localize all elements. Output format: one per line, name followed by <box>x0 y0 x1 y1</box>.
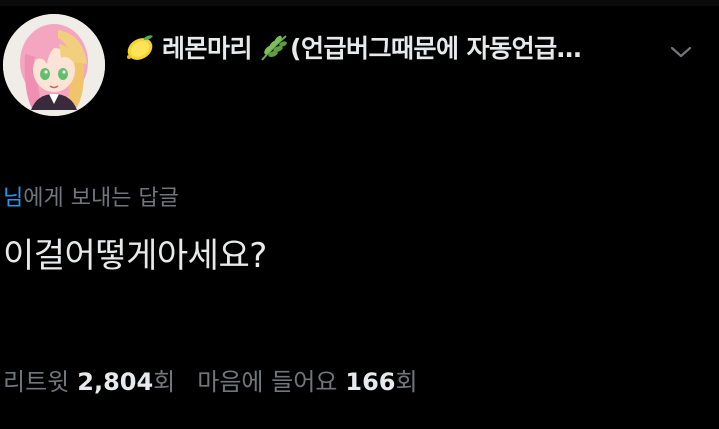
like-label: 마음에 들어요 <box>197 368 338 396</box>
like-unit: 회 <box>395 368 418 396</box>
author-display-name[interactable]: 레몬마리 <box>162 29 253 65</box>
retweet-count: 2,804 <box>77 368 154 396</box>
like-stat[interactable]: 마음에 들어요 166회 <box>197 362 417 397</box>
retweet-unit: 회 <box>153 368 176 396</box>
author-header[interactable]: 레몬마리 (언급버그때문에 자동언급… <box>122 29 582 65</box>
chevron-down-icon[interactable] <box>668 42 694 62</box>
author-display-suffix[interactable]: (언급버그때문에 자동언급… <box>290 29 582 65</box>
lemon-icon <box>122 30 156 64</box>
avatar[interactable] <box>3 14 105 116</box>
top-edge <box>0 0 719 6</box>
reply-label: 에게 보내는 답글 <box>23 186 179 211</box>
reply-mention-link[interactable]: 님 <box>3 186 23 211</box>
herb-icon <box>256 30 290 64</box>
tweet-text: 이걸어떻게아세요? <box>3 236 267 276</box>
retweet-label: 리트윗 <box>3 368 70 396</box>
reply-context: 님에게 보내는 답글 <box>3 180 179 212</box>
avatar-image <box>3 14 105 116</box>
like-count: 166 <box>345 368 396 396</box>
tweet-stats: 리트윗 2,804회 마음에 들어요 166회 <box>3 362 418 397</box>
retweet-stat[interactable]: 리트윗 2,804회 <box>3 362 175 397</box>
